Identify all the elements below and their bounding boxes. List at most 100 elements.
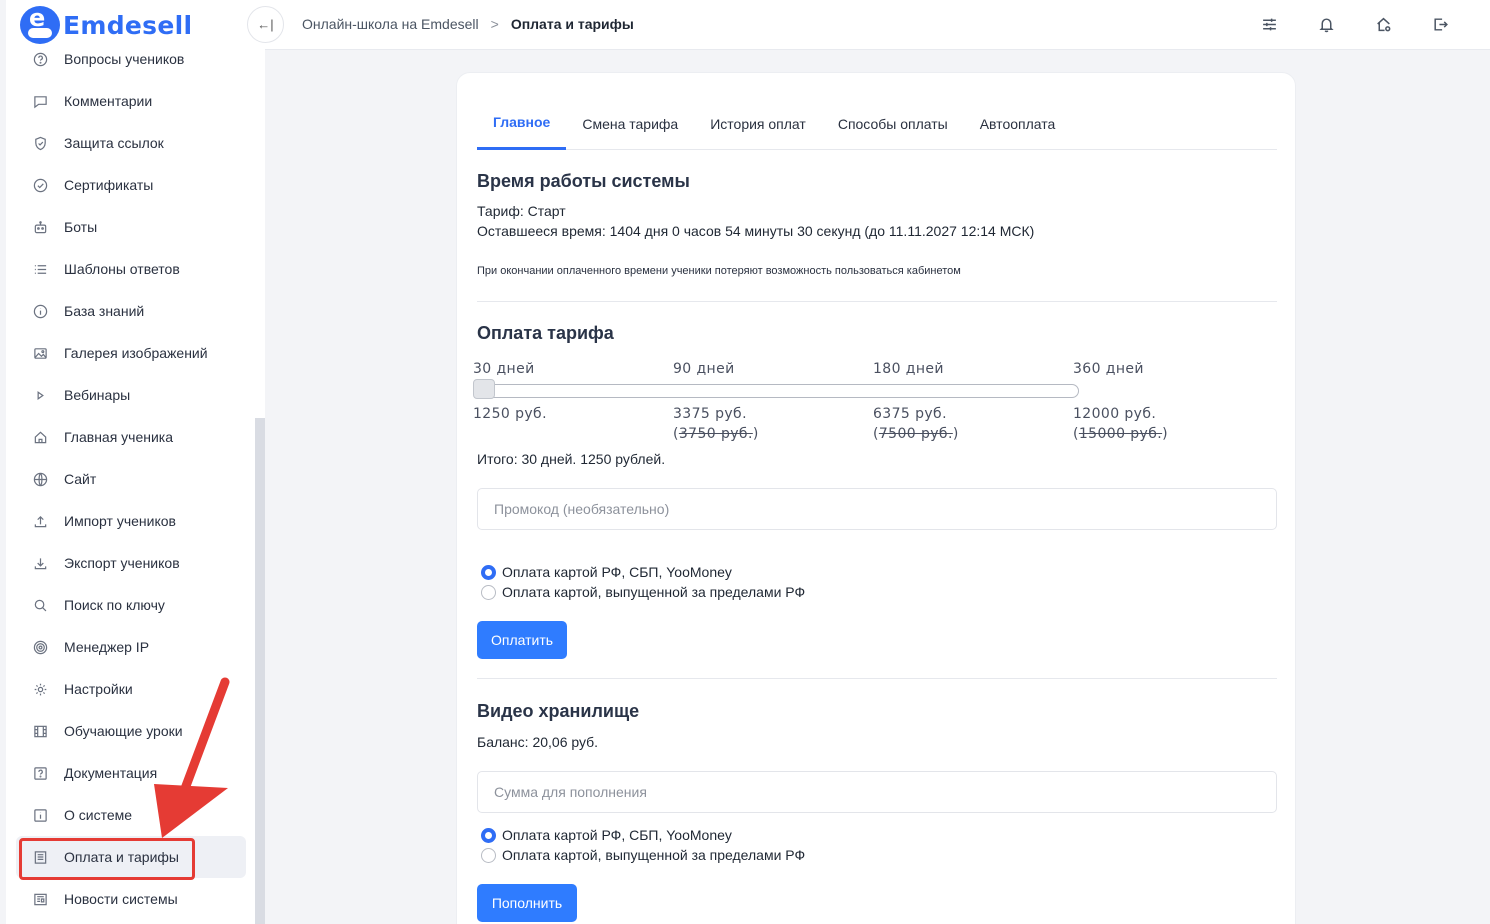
radio-button[interactable] [481,847,496,863]
sidebar-item-label: Главная ученика [64,429,174,445]
pay-button[interactable]: Оплатить [477,621,567,659]
radio-button[interactable] [481,564,496,580]
radio-button[interactable] [481,584,496,600]
tab-main[interactable]: Главное [477,97,567,150]
divider [477,678,1277,679]
tier-price: 1250 руб. [473,406,547,422]
tab-bar: Главное Смена тарифа История оплат Спосо… [477,97,1277,150]
annotation-highlight-box [19,838,195,880]
sidebar-item-label: Экспорт учеников [64,555,180,571]
tier-price: 3375 руб. [673,406,747,422]
video-storage-title: Видео хранилище [477,701,640,721]
sidebar-item-export-students[interactable]: Экспорт учеников [16,542,246,584]
sidebar-item-ip-manager[interactable]: Менеджер IP [16,626,246,668]
tier-days: 360 дней [1073,361,1144,377]
radio-label: Оплата картой, выпущенной за пределами Р… [502,584,806,600]
sidebar-item-label: Вопросы учеников [64,51,185,67]
sidebar-item-label: Поиск по ключу [64,597,165,613]
promo-code-field[interactable] [477,488,1277,530]
sidebar-item-import-students[interactable]: Импорт учеников [16,500,246,542]
sidebar-item-label: Сертификаты [64,177,154,193]
sidebar-item-label: О системе [64,807,133,823]
tariff-slider-thumb[interactable] [473,379,495,399]
breadcrumb-separator: > [490,16,499,32]
sidebar-item-knowledge-base[interactable]: База знаний [16,290,246,332]
sidebar-item-label: Настройки [64,681,133,697]
sidebar-item-comments[interactable]: Комментарии [16,80,246,122]
breadcrumb: Онлайн-школа на Emdesell > Оплата и тари… [302,16,634,32]
sidebar-item-label: Шаблоны ответов [64,261,180,277]
promo-code-input[interactable] [494,501,1276,517]
tier-days: 180 дней [873,361,944,377]
home-gear-icon[interactable] [1373,14,1393,34]
sidebar-item-webinars[interactable]: Вебинары [16,374,246,416]
tier-days: 30 дней [473,361,535,377]
search-icon [32,597,48,613]
sidebar-scrollbar[interactable] [255,418,265,924]
radio-label: Оплата картой РФ, СБП, YooMoney [502,564,732,580]
comment-icon [32,93,48,109]
shield-icon [32,135,48,151]
sidebar-item-label: Сайт [64,471,97,487]
info-circle-icon [32,303,48,319]
tab-change-tariff[interactable]: Смена тарифа [566,97,694,150]
top-bar: ←| Онлайн-школа на Emdesell > Оплата и т… [247,0,1490,50]
brand-name: Emdesell [63,10,193,40]
expiry-note: При окончании оплаченного времени ученик… [477,265,961,277]
sidebar-item-student-home[interactable]: Главная ученика [16,416,246,458]
sidebar-item-image-gallery[interactable]: Галерея изображений [16,332,246,374]
sidebar-item-student-questions[interactable]: Вопросы учеников [16,38,246,80]
tier-old-price: (3750 руб.) [673,426,759,442]
sidebar-item-site[interactable]: Сайт [16,458,246,500]
video-balance: Баланс: 20,06 руб. [477,734,599,750]
tariff-payment-title: Оплата тарифа [477,323,614,343]
remaining-time: Оставшееся время: 1404 дня 0 часов 54 ми… [477,223,1035,239]
info-square-icon [32,807,48,823]
target-icon [32,639,48,655]
question-square-icon [32,765,48,781]
home-icon [32,429,48,445]
tab-autopay[interactable]: Автооплата [964,97,1072,150]
tariff-total: Итого: 30 дней. 1250 рублей. [477,451,666,467]
upload-icon [32,513,48,529]
sidebar-item-bots[interactable]: Боты [16,206,246,248]
sliders-icon[interactable] [1259,14,1279,34]
sidebar-item-label: Новости системы [64,891,178,907]
sidebar-item-system-news[interactable]: Новости системы [16,878,246,920]
video-method-foreign[interactable]: Оплата картой, выпущенной за пределами Р… [481,847,805,863]
sidebar-item-key-search[interactable]: Поиск по ключу [16,584,246,626]
tier-price: 12000 руб. [1073,406,1157,422]
logout-icon[interactable] [1430,14,1450,34]
robot-icon [32,219,48,235]
tariff-method-foreign[interactable]: Оплата картой, выпущенной за пределами Р… [481,584,805,600]
sidebar-item-label: Комментарии [64,93,153,109]
tier-old-price: (7500 руб.) [873,426,959,442]
tab-payment-history[interactable]: История оплат [694,97,822,150]
tab-payment-methods[interactable]: Способы оплаты [822,97,964,150]
globe-icon [32,471,48,487]
video-method-rf[interactable]: Оплата картой РФ, СБП, YooMoney [481,827,732,843]
topup-button[interactable]: Пополнить [477,884,577,922]
breadcrumb-current: Оплата и тарифы [510,16,634,32]
sidebar-item-link-protection[interactable]: Защита ссылок [16,122,246,164]
sidebar-item-label: База знаний [64,303,145,319]
tariff-method-rf[interactable]: Оплата картой РФ, СБП, YooMoney [481,564,732,580]
topup-amount-field[interactable] [477,771,1277,813]
system-time-title: Время работы системы [477,171,690,191]
sidebar-item-certificates[interactable]: Сертификаты [16,164,246,206]
sidebar-item-answer-templates[interactable]: Шаблоны ответов [16,248,246,290]
collapse-sidebar-button[interactable]: ←| [247,6,284,43]
sidebar-item-label: Импорт учеников [64,513,176,529]
play-icon [32,387,48,403]
tariff-slider-track[interactable] [473,384,1079,398]
divider [477,301,1277,302]
bell-icon[interactable] [1316,14,1336,34]
question-circle-icon [32,51,48,67]
newspaper-icon [32,891,48,907]
breadcrumb-school[interactable]: Онлайн-школа на Emdesell [302,16,479,32]
check-circle-icon [32,177,48,193]
radio-button[interactable] [481,827,496,843]
payment-card: Главное Смена тарифа История оплат Спосо… [456,72,1296,924]
topup-amount-input[interactable] [494,784,1276,800]
tariff-name: Тариф: Старт [477,203,566,219]
